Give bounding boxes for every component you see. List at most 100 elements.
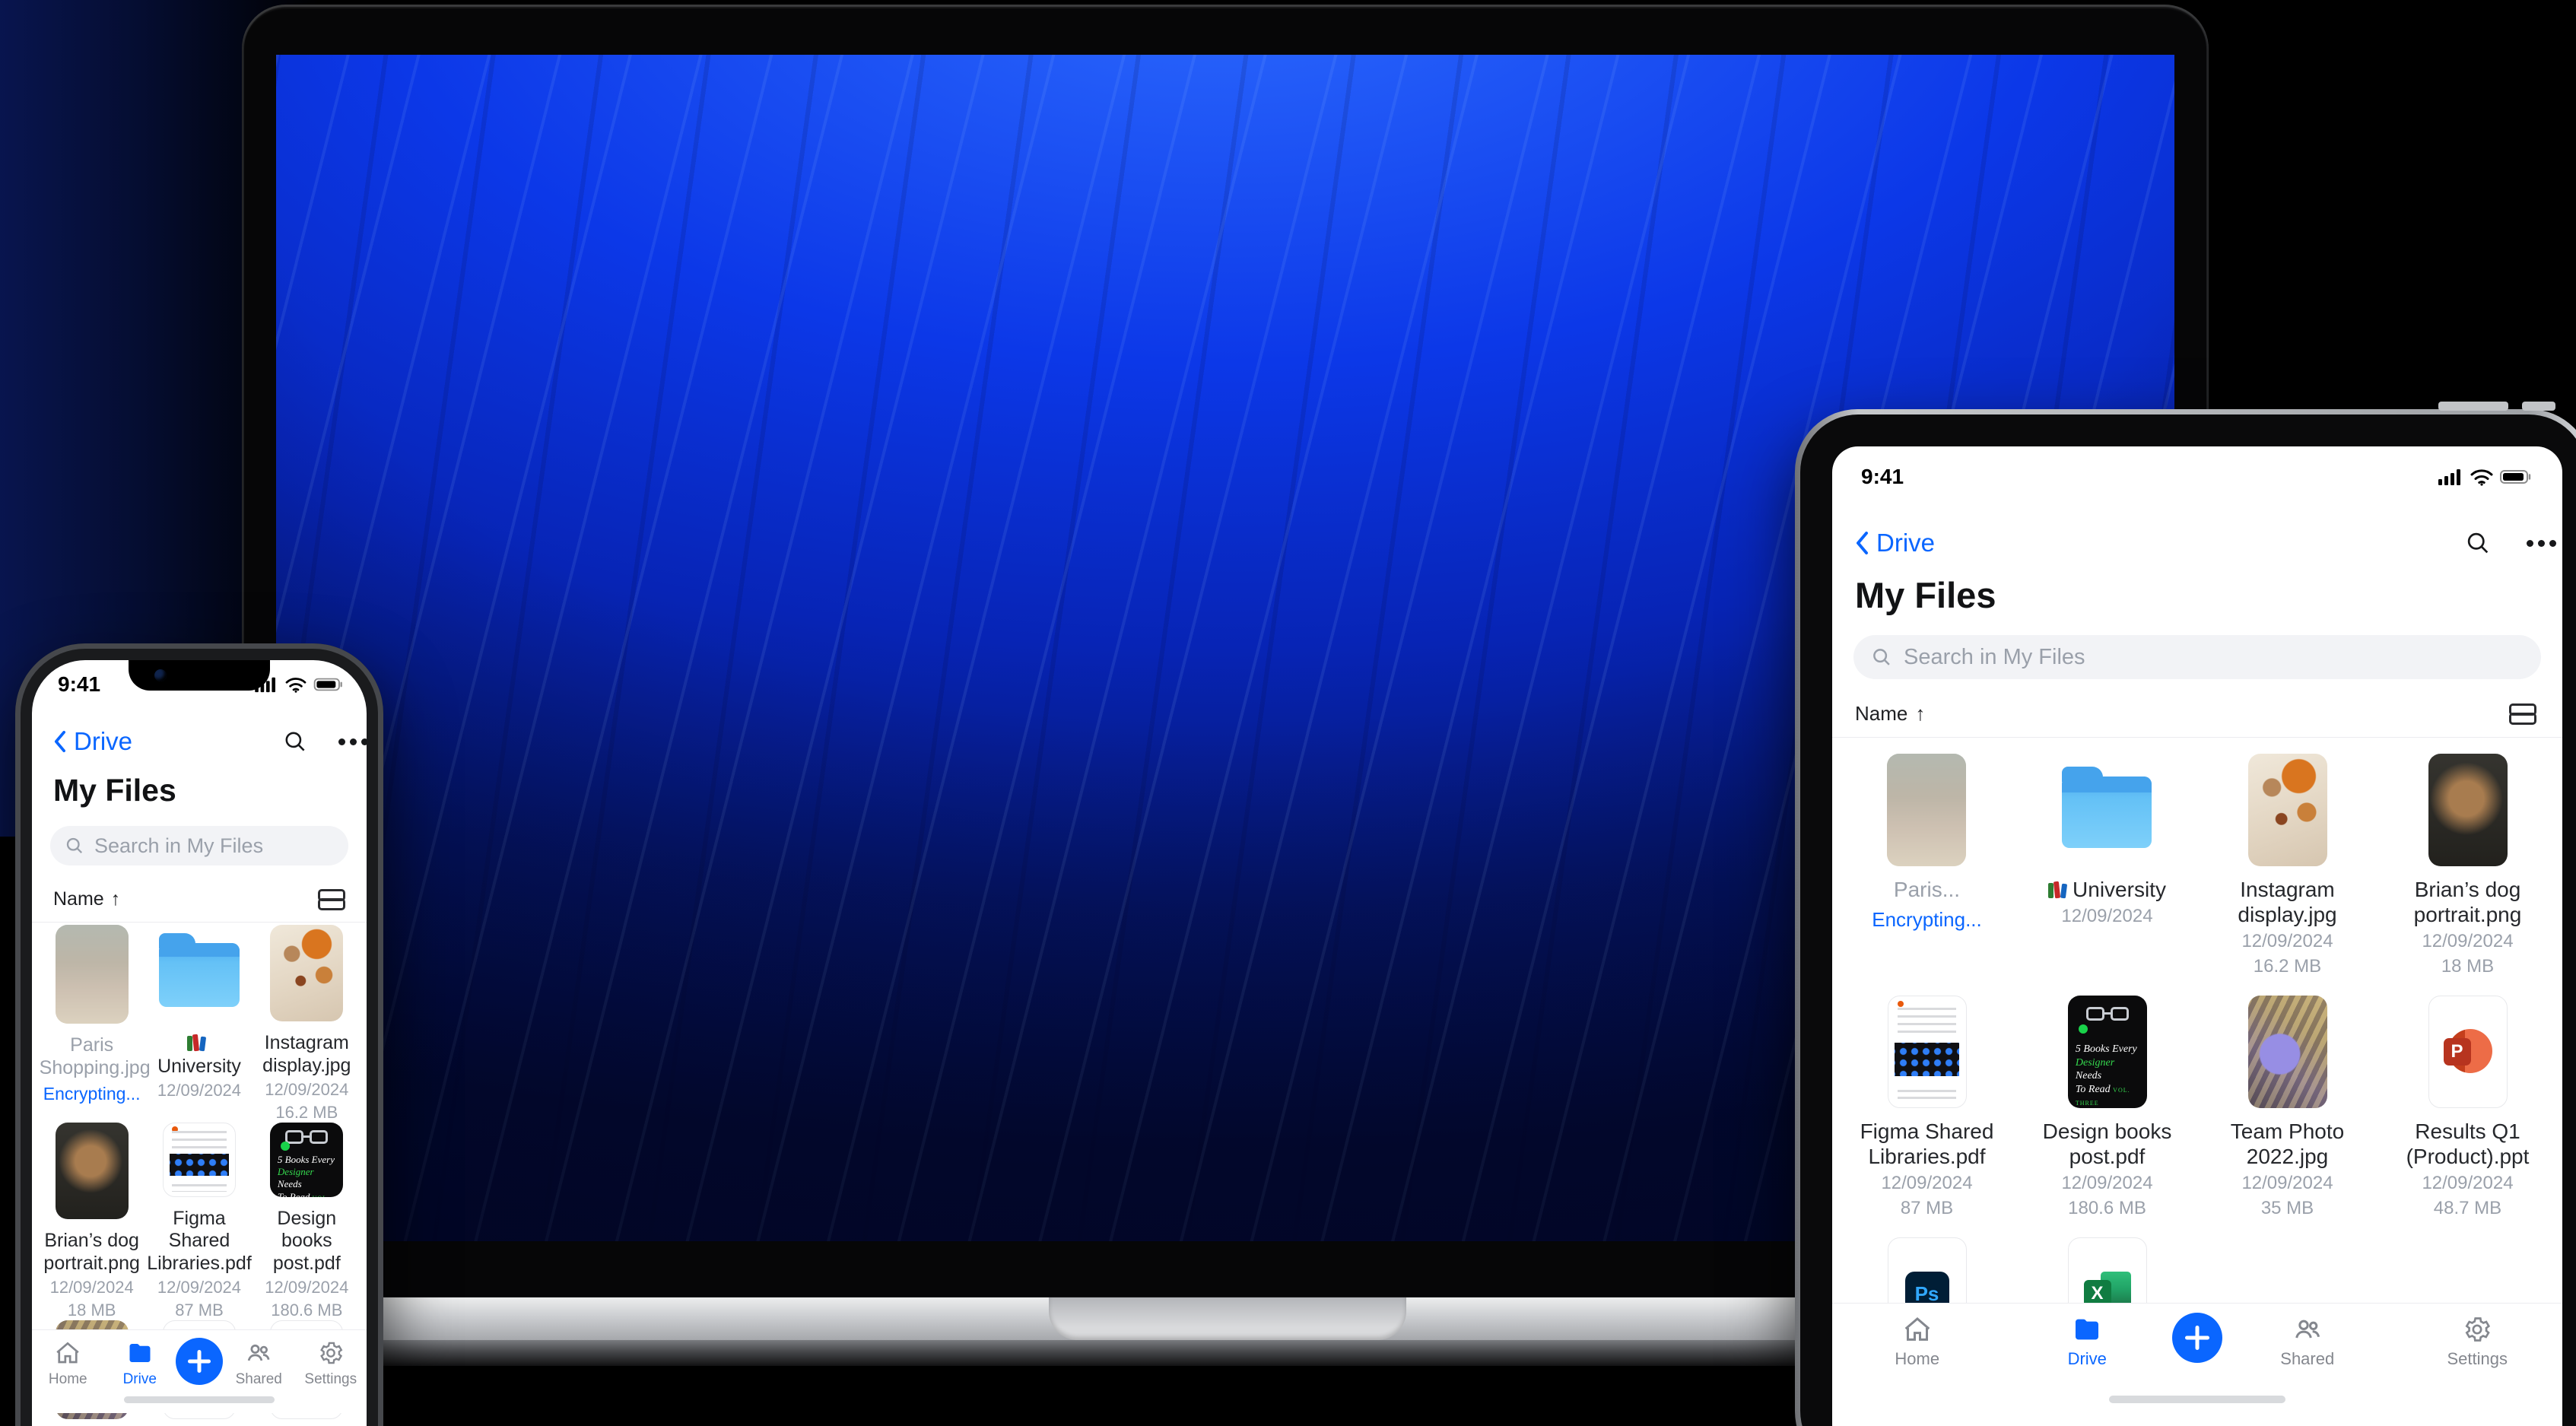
search-input[interactable]: Search in My Files <box>50 826 348 865</box>
file-date: 12/09/2024 <box>2061 906 2153 927</box>
grid-item[interactable]: Figma Shared Libraries.pdf 12/09/2024 87… <box>1851 996 2003 1237</box>
home-indicator[interactable] <box>2109 1396 2285 1403</box>
file-date: 12/09/2024 <box>49 1278 134 1297</box>
search-icon <box>1873 649 1890 665</box>
file-date: 12/09/2024 <box>2241 1173 2333 1194</box>
photo-thumbnail <box>2247 996 2327 1108</box>
tab-label: Home <box>1895 1349 1940 1368</box>
grid-item[interactable]: P Results Q1 (Product).ppt 12/09/2024 48… <box>2392 996 2544 1237</box>
photo-thumbnail <box>55 1123 129 1219</box>
grid-item[interactable]: 5 Books Every Designer Needs To Read VOL… <box>254 1123 359 1320</box>
grid-item[interactable]: Figma Shared Libraries.pdf 12/09/2024 87… <box>147 1123 252 1320</box>
tab-home[interactable]: Home <box>1832 1314 2003 1369</box>
back-label: Drive <box>1876 529 1936 557</box>
photo-thumbnail <box>270 925 344 1021</box>
settings-gear-icon <box>319 1342 343 1364</box>
tablet-volume-button <box>2438 402 2508 411</box>
encrypting-status: Encrypting... <box>1872 908 1982 932</box>
tab-drive[interactable]: Drive <box>2003 1314 2173 1369</box>
tab-label: Drive <box>2067 1349 2107 1368</box>
file-size: 87 MB <box>1900 1198 1954 1219</box>
file-size: 180.6 MB <box>271 1301 343 1320</box>
chevron-left-icon <box>54 730 65 753</box>
add-button[interactable] <box>176 1338 223 1385</box>
books-icon <box>2048 881 2068 899</box>
grid-item[interactable]: University 12/09/2024 <box>2048 754 2166 996</box>
tab-shared[interactable]: Shared <box>2222 1314 2393 1369</box>
page-title: My Files <box>1855 575 1996 615</box>
file-name: Results Q1 (Product).ppt <box>2406 1120 2530 1169</box>
grid-item[interactable]: Paris Shopping.jpg Encrypting... <box>39 925 151 1123</box>
add-button[interactable] <box>2172 1313 2222 1363</box>
home-indicator[interactable] <box>124 1396 275 1403</box>
file-size: 35 MB <box>2260 1198 2314 1219</box>
marketing-composition: INTERNXT Search in Drive ⌘F JA Drive Bac… <box>0 0 2576 1426</box>
file-date: 12/09/2024 <box>2422 1173 2514 1194</box>
photo-thumbnail <box>2247 754 2327 866</box>
tab-label: Shared <box>235 1371 282 1387</box>
pdf-thumbnail: 5 Books Every Designer Needs To Read VOL… <box>270 1123 344 1197</box>
search-icon[interactable] <box>282 729 308 754</box>
wifi-icon <box>2470 469 2493 486</box>
pdf-thumbnail: 5 Books Every Designer Needs To Read VOL… <box>2067 996 2147 1108</box>
file-name: Brian’s dog portrait.png <box>2413 878 2522 927</box>
book-cover-line: 5 Books Every <box>2075 1043 2137 1056</box>
status-time: 9:41 <box>58 672 101 696</box>
tab-home[interactable]: Home <box>32 1339 104 1388</box>
grid-item[interactable]: Instagram display.jpg 12/09/2024 16.2 MB <box>2212 754 2364 996</box>
internxt-tablet-app: 9:41 Drive My Files Search in My Files N… <box>1832 446 2562 1426</box>
file-name: Design books post.pdf <box>272 1207 341 1274</box>
divider <box>1832 737 2562 738</box>
wifi-icon <box>285 678 307 693</box>
file-date: 12/09/2024 <box>265 1080 349 1099</box>
tablet-tab-bar: Home Drive Shared Settings <box>1832 1303 2562 1394</box>
file-date: 12/09/2024 <box>265 1278 349 1297</box>
grid-item[interactable]: 5 Books Every Designer Needs To Read VOL… <box>2031 996 2184 1237</box>
back-button[interactable]: Drive <box>53 727 132 756</box>
grid-item[interactable]: Paris... Encrypting... <box>1872 754 1982 996</box>
list-view-icon[interactable] <box>2509 703 2536 725</box>
page-title: My Files <box>53 773 176 808</box>
tab-drive[interactable]: Drive <box>104 1339 176 1388</box>
file-name: Paris Shopping.jpg <box>39 1034 151 1078</box>
pdf-thumbnail <box>1887 996 1967 1108</box>
more-menu-icon[interactable] <box>338 738 345 745</box>
grid-item[interactable]: Team Photo 2022.jpg 12/09/2024 35 MB <box>2212 996 2364 1237</box>
sort-row[interactable]: Name ↑ <box>1855 702 2536 726</box>
grid-item[interactable]: Brian’s dog portrait.png 12/09/2024 18 M… <box>40 1123 145 1320</box>
photo-thumbnail <box>55 925 129 1024</box>
file-date: 12/09/2024 <box>2422 931 2514 952</box>
back-button[interactable]: Drive <box>1855 529 1935 557</box>
file-date: 12/09/2024 <box>1881 1173 1973 1194</box>
tab-label: Settings <box>304 1371 357 1387</box>
file-name: University <box>2048 877 2166 902</box>
tab-label: Home <box>48 1371 87 1387</box>
more-menu-icon[interactable] <box>2527 539 2533 547</box>
tab-shared[interactable]: Shared <box>223 1339 295 1388</box>
home-icon <box>1904 1317 1930 1341</box>
folder-icon <box>2062 767 2152 848</box>
pdf-thumbnail <box>162 1123 236 1197</box>
search-icon[interactable] <box>2464 529 2492 557</box>
grid-item[interactable]: Brian’s dog portrait.png 12/09/2024 18 M… <box>2392 754 2544 996</box>
tab-settings[interactable]: Settings <box>295 1339 367 1388</box>
search-icon <box>66 837 83 854</box>
home-icon <box>56 1342 79 1364</box>
shared-people-icon <box>2295 1320 2320 1339</box>
drive-folder-icon <box>2076 1319 2099 1340</box>
file-date: 12/09/2024 <box>2061 1173 2153 1194</box>
tab-settings[interactable]: Settings <box>2393 1314 2563 1369</box>
grid-item[interactable]: Instagram display.jpg 12/09/2024 16.2 MB <box>254 925 359 1123</box>
drive-folder-icon <box>129 1344 151 1362</box>
file-name: Instagram display.jpg <box>262 1032 351 1076</box>
encrypting-status: Encrypting... <box>43 1084 141 1104</box>
grid-item[interactable]: University 12/09/2024 <box>147 925 252 1123</box>
chevron-left-icon <box>1857 532 1868 554</box>
signal-icon <box>2438 469 2460 485</box>
battery-icon <box>313 678 342 691</box>
search-input[interactable]: Search in My Files <box>1853 635 2541 679</box>
photo-thumbnail <box>2428 754 2508 866</box>
ppt-thumbnail: P <box>2428 996 2508 1108</box>
file-date: 12/09/2024 <box>2241 931 2333 952</box>
search-placeholder: Search in My Files <box>94 834 264 857</box>
